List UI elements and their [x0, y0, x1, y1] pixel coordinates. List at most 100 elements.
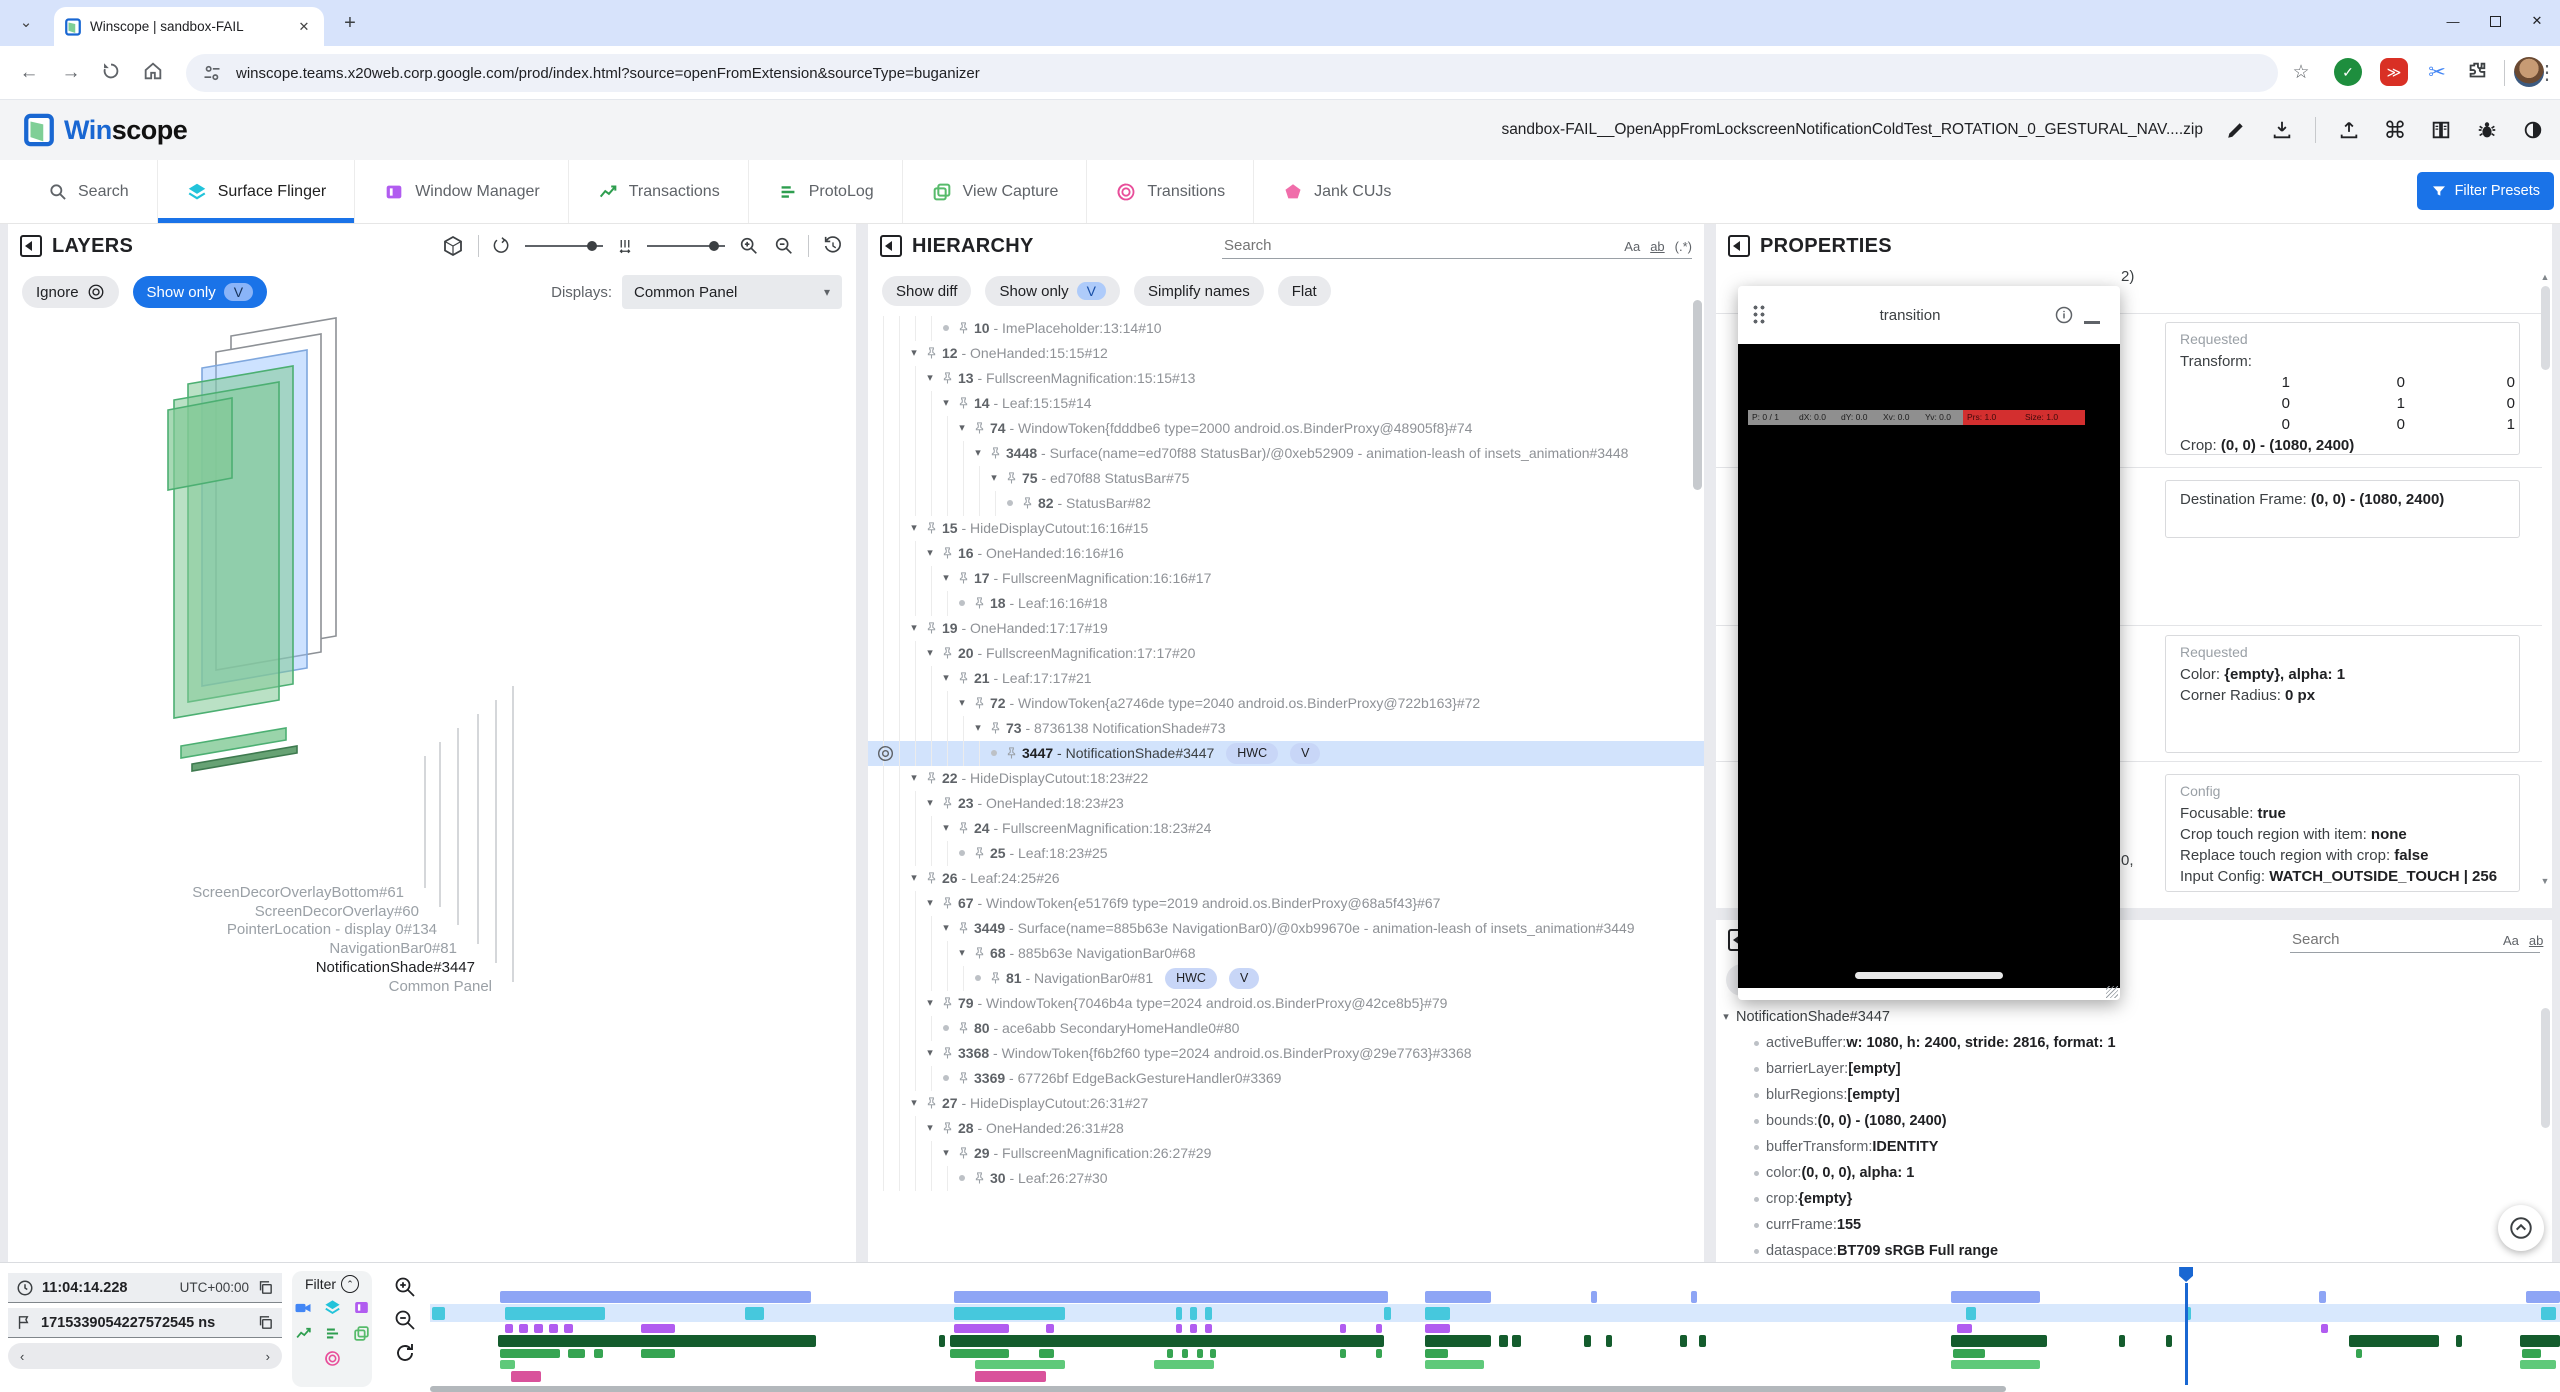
- hierarchy-chip-simplify-names[interactable]: Simplify names: [1134, 276, 1264, 306]
- pin-icon[interactable]: [940, 1116, 958, 1136]
- properties-scrollbar[interactable]: [2541, 286, 2550, 370]
- match-case-icon[interactable]: Aa: [2503, 933, 2519, 948]
- nav-tab-view-capture[interactable]: View Capture: [902, 160, 1087, 223]
- pin-icon[interactable]: [956, 391, 974, 411]
- pin-icon[interactable]: [940, 366, 958, 386]
- hierarchy-chip-show-diff[interactable]: Show diff: [882, 276, 971, 306]
- hierarchy-row[interactable]: ▾3368 - WindowToken{f6b2f60 type=2024 an…: [868, 1041, 1704, 1066]
- timeline-canvas[interactable]: [430, 1263, 2560, 1392]
- nav-tab-search[interactable]: Search: [20, 160, 157, 223]
- detail-row[interactable]: color: (0, 0, 0), alpha: 1: [1716, 1160, 2552, 1186]
- expand-arrow-icon[interactable]: ▾: [936, 916, 956, 941]
- pin-icon[interactable]: [988, 966, 1006, 986]
- ignore-rect-button[interactable]: Ignore: [22, 276, 119, 308]
- pin-icon[interactable]: [924, 766, 942, 786]
- reload-icon[interactable]: [100, 60, 126, 86]
- filter-chart-icon[interactable]: [294, 1324, 313, 1343]
- back-icon[interactable]: ←: [16, 60, 42, 86]
- expand-arrow-icon[interactable]: ▾: [904, 866, 924, 891]
- forward-icon[interactable]: →: [58, 60, 84, 86]
- scroll-up-icon[interactable]: ▲: [2540, 272, 2550, 282]
- expand-arrow-icon[interactable]: ▾: [952, 416, 972, 441]
- hierarchy-row[interactable]: ▾24 - FullscreenMagnification:18:23#24: [868, 816, 1704, 841]
- detail-row[interactable]: activeBuffer: w: 1080, h: 2400, stride: …: [1716, 1030, 2552, 1056]
- edit-filename-icon[interactable]: [2223, 117, 2249, 143]
- expand-arrow-icon[interactable]: ▾: [920, 366, 940, 391]
- zoom-out-icon[interactable]: [773, 235, 795, 257]
- hierarchy-row[interactable]: ▾28 - OneHanded:26:31#28: [868, 1116, 1704, 1141]
- regex-icon[interactable]: (.*): [1675, 239, 1692, 254]
- hierarchy-row[interactable]: ▾79 - WindowToken{7046b4a type=2024 andr…: [868, 991, 1704, 1016]
- timeline-mini-scrollbar[interactable]: ‹ ›: [8, 1343, 282, 1369]
- pin-icon[interactable]: [956, 1141, 974, 1161]
- match-case-icon[interactable]: Aa: [1624, 239, 1640, 254]
- hierarchy-scrollbar[interactable]: [1693, 300, 1702, 490]
- resize-handle[interactable]: [2106, 986, 2118, 998]
- pin-icon[interactable]: [956, 666, 974, 686]
- layers-3d-view[interactable]: ScreenDecorOverlayBottom#61ScreenDecorOv…: [16, 316, 848, 1262]
- drag-handle-icon[interactable]: [1752, 304, 1766, 326]
- expand-arrow-icon[interactable]: ▾: [984, 466, 1004, 491]
- detail-row[interactable]: blurRegions: [empty]: [1716, 1082, 2552, 1108]
- nav-tab-surface-flinger[interactable]: Surface Flinger: [157, 160, 355, 223]
- nav-tab-window-manager[interactable]: Window Manager: [354, 160, 568, 223]
- collapse-panel-icon[interactable]: [880, 235, 902, 257]
- url-bar[interactable]: winscope.teams.x20web.corp.google.com/pr…: [186, 54, 2278, 92]
- pin-icon[interactable]: [972, 1166, 990, 1186]
- hierarchy-row[interactable]: 25 - Leaf:18:23#25: [868, 841, 1704, 866]
- hierarchy-row[interactable]: ▾68 - 885b63e NavigationBar0#68: [868, 941, 1704, 966]
- hierarchy-row[interactable]: ▾21 - Leaf:17:17#21: [868, 666, 1704, 691]
- hierarchy-row[interactable]: ▾16 - OneHanded:16:16#16: [868, 541, 1704, 566]
- pin-icon[interactable]: [940, 641, 958, 661]
- hierarchy-row[interactable]: ▾22 - HideDisplayCutout:18:23#22: [868, 766, 1704, 791]
- home-icon[interactable]: [142, 60, 168, 86]
- timeline-reset-zoom-icon[interactable]: [393, 1341, 417, 1365]
- tab-close-icon[interactable]: ✕: [294, 17, 314, 37]
- hierarchy-row[interactable]: 3447 - NotificationShade#3447HWCV: [868, 741, 1704, 766]
- window-close-icon[interactable]: ✕: [2520, 6, 2554, 36]
- filter-window-icon[interactable]: [352, 1298, 371, 1318]
- hierarchy-row[interactable]: 81 - NavigationBar0#81HWCV: [868, 966, 1704, 991]
- nav-tab-protolog[interactable]: ProtoLog: [748, 160, 902, 223]
- hierarchy-row[interactable]: ▾27 - HideDisplayCutout:26:31#27: [868, 1091, 1704, 1116]
- scroll-right-icon[interactable]: ›: [266, 1349, 270, 1364]
- detail-row[interactable]: dataspace: BT709 sRGB Full range: [1716, 1238, 2552, 1262]
- collapse-panel-icon[interactable]: [20, 235, 42, 257]
- timeline-cursor[interactable]: [2185, 1283, 2188, 1385]
- rotation-slider[interactable]: [525, 245, 603, 247]
- pin-icon[interactable]: [940, 991, 958, 1011]
- expand-arrow-icon[interactable]: ▾: [920, 1041, 940, 1066]
- zoom-in-icon[interactable]: [738, 235, 760, 257]
- pin-icon[interactable]: [940, 791, 958, 811]
- copy-icon[interactable]: [257, 1314, 274, 1331]
- pin-icon[interactable]: [972, 591, 990, 611]
- expand-arrow-icon[interactable]: ▾: [1716, 1004, 1736, 1030]
- nav-tab-transitions[interactable]: Transitions: [1086, 160, 1253, 223]
- pin-icon[interactable]: [940, 1041, 958, 1061]
- whole-word-icon[interactable]: ab: [1650, 239, 1664, 254]
- extension-red-icon[interactable]: ≫: [2380, 58, 2408, 86]
- displays-dropdown[interactable]: Common Panel▾: [622, 275, 842, 309]
- pin-icon[interactable]: [1020, 491, 1038, 511]
- pin-icon[interactable]: [972, 691, 990, 711]
- collapse-timeline-fab[interactable]: [2498, 1205, 2544, 1251]
- pin-icon[interactable]: [956, 316, 974, 336]
- pin-icon[interactable]: [924, 616, 942, 636]
- filter-videocam-icon[interactable]: [293, 1298, 313, 1318]
- timeline-zoom-in-icon[interactable]: [393, 1275, 417, 1299]
- expand-arrow-icon[interactable]: ▾: [920, 1116, 940, 1141]
- url-text[interactable]: winscope.teams.x20web.corp.google.com/pr…: [236, 65, 980, 82]
- detail-scrollbar[interactable]: [2541, 1008, 2550, 1128]
- site-settings-icon[interactable]: [202, 63, 222, 83]
- pin-icon[interactable]: [956, 1066, 974, 1086]
- expand-arrow-icon[interactable]: ▾: [968, 716, 988, 741]
- dark-mode-toggle-icon[interactable]: [2520, 117, 2546, 143]
- hierarchy-row[interactable]: ▾3448 - Surface(name=ed70f88 StatusBar)/…: [868, 441, 1704, 466]
- hierarchy-row[interactable]: ▾75 - ed70f88 StatusBar#75: [868, 466, 1704, 491]
- expand-arrow-icon[interactable]: ▾: [920, 791, 940, 816]
- filter-presets-button[interactable]: Filter Presets: [2417, 172, 2554, 210]
- hierarchy-row[interactable]: 82 - StatusBar#82: [868, 491, 1704, 516]
- hierarchy-row[interactable]: 18 - Leaf:16:16#18: [868, 591, 1704, 616]
- detail-row[interactable]: bufferTransform: IDENTITY: [1716, 1134, 2552, 1160]
- filter-swirl-icon[interactable]: [323, 1349, 342, 1368]
